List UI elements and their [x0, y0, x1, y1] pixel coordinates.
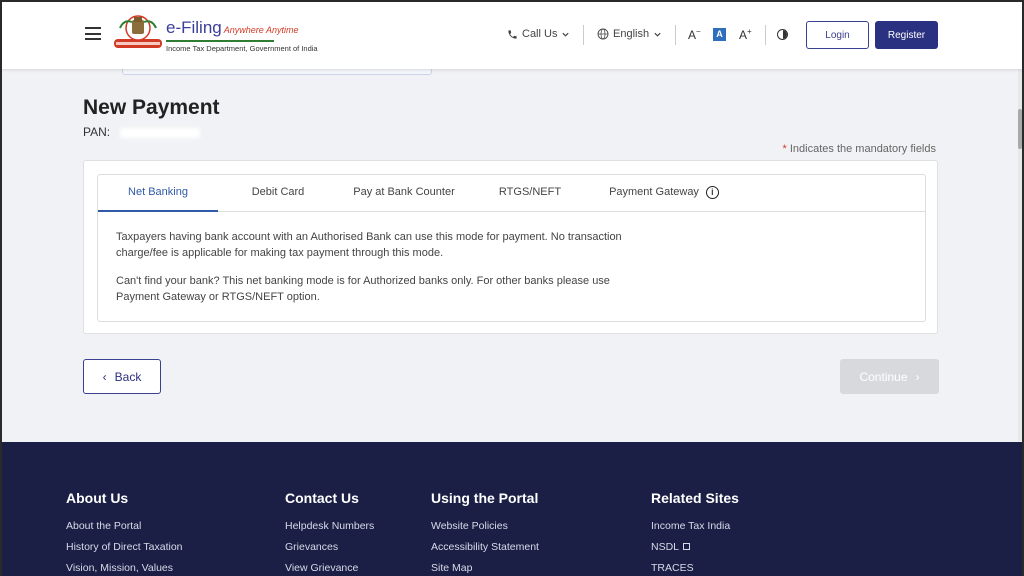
footer-link-nsdl[interactable]: NSDL — [651, 541, 739, 553]
call-us-dropdown[interactable]: Call Us — [507, 28, 570, 40]
page-title: New Payment — [83, 96, 220, 119]
footer-link-vision[interactable]: Vision, Mission, Values — [66, 562, 183, 574]
footer-heading: Contact Us — [285, 490, 359, 506]
payment-mode-card: Net Banking Debit Card Pay at Bank Count… — [83, 160, 938, 334]
scrollbar-thumb[interactable] — [1018, 109, 1022, 149]
footer-link-history[interactable]: History of Direct Taxation — [66, 541, 183, 553]
tab-rtgs-neft[interactable]: RTGS/NEFT — [490, 175, 570, 212]
footer-column-using-portal: Using the Portal Website Policies Access… — [431, 490, 539, 576]
footer-link-traces[interactable]: TRACES — [651, 562, 739, 574]
site-logo[interactable]: e-Filing Anywhere Anytime Income Tax Depa… — [166, 19, 318, 53]
footer-link-about-portal[interactable]: About the Portal — [66, 520, 183, 532]
footer-heading: About Us — [66, 490, 129, 506]
pan-row: PAN: — [83, 125, 201, 139]
font-decrease-button[interactable]: A− — [688, 27, 701, 42]
mandatory-text: Indicates the mandatory fields — [789, 143, 936, 155]
font-normal-button[interactable]: A — [713, 28, 726, 41]
logo-tagline: Anywhere Anytime — [223, 25, 299, 35]
chevron-down-icon — [562, 32, 570, 37]
menu-icon[interactable] — [85, 27, 101, 40]
footer-link-helpdesk[interactable]: Helpdesk Numbers — [285, 520, 374, 532]
footer-link-site-map[interactable]: Site Map — [431, 562, 539, 574]
font-increase-button[interactable]: A+ — [739, 27, 752, 42]
font-decrease-label: A — [688, 28, 697, 42]
logo-title: e-Filing — [166, 18, 222, 37]
globe-icon — [597, 28, 609, 40]
external-link-icon — [683, 543, 691, 550]
logo-divider — [166, 40, 274, 42]
payment-mode-tabs: Net Banking Debit Card Pay at Bank Count… — [97, 174, 926, 322]
footer-link-view-grievance[interactable]: View Grievance — [285, 562, 374, 574]
language-label: English — [613, 28, 650, 40]
footer-link-nsdl-label: NSDL — [651, 541, 680, 553]
continue-button[interactable]: Continue › — [840, 359, 939, 394]
phone-icon — [508, 29, 517, 39]
chevron-left-icon: ‹ — [102, 369, 107, 384]
scrollbar[interactable] — [1018, 69, 1022, 441]
footer-link-income-tax-india[interactable]: Income Tax India — [651, 520, 739, 532]
footer-heading: Using the Portal — [431, 490, 539, 506]
call-us-label: Call Us — [522, 28, 558, 40]
info-icon[interactable]: i — [705, 185, 719, 199]
footer-column-contact-us: Contact Us Helpdesk Numbers Grievances V… — [285, 490, 374, 576]
pan-label: PAN: — [83, 125, 111, 139]
tab-payment-gateway-label: Payment Gateway — [609, 186, 699, 198]
tab-bar: Net Banking Debit Card Pay at Bank Count… — [98, 175, 925, 212]
footer-column-related-sites: Related Sites Income Tax India NSDL TRAC… — [651, 490, 739, 576]
footer-link-grievances[interactable]: Grievances — [285, 541, 374, 553]
footer-heading: Related Sites — [651, 490, 739, 506]
language-dropdown[interactable]: English — [597, 28, 662, 40]
contrast-toggle-icon[interactable] — [777, 29, 788, 40]
footer-link-website-policies[interactable]: Website Policies — [431, 520, 539, 532]
header-divider — [765, 25, 766, 45]
footer-column-about-us: About Us About the Portal History of Dir… — [66, 490, 183, 576]
login-button[interactable]: Login — [806, 21, 869, 49]
font-increase-label: A — [739, 28, 748, 42]
site-header: e-Filing Anywhere Anytime Income Tax Depa… — [2, 2, 1022, 69]
continue-label: Continue — [859, 369, 908, 384]
header-divider — [675, 25, 676, 45]
footer-link-accessibility[interactable]: Accessibility Statement — [431, 541, 539, 553]
header-divider — [583, 25, 584, 45]
tab-net-banking[interactable]: Net Banking — [98, 175, 218, 212]
chevron-down-icon — [654, 32, 661, 37]
net-banking-description: Taxpayers having bank account with an Au… — [116, 231, 622, 259]
chevron-right-icon: › — [915, 369, 920, 384]
tab-content-net-banking: Taxpayers having bank account with an Au… — [116, 229, 646, 317]
emblem-logo-icon — [114, 15, 162, 48]
net-banking-help-text: Can't find your bank? This net banking m… — [116, 275, 610, 303]
register-button[interactable]: Register — [875, 21, 938, 49]
site-footer: About Us About the Portal History of Dir… — [2, 442, 1022, 576]
tab-pay-at-bank-counter[interactable]: Pay at Bank Counter — [346, 175, 462, 212]
tab-debit-card[interactable]: Debit Card — [238, 175, 318, 212]
mandatory-star: * — [782, 143, 787, 155]
back-button[interactable]: ‹ Back — [83, 359, 161, 394]
back-label: Back — [114, 369, 142, 384]
tab-payment-gateway[interactable]: Payment Gateway i — [598, 175, 730, 212]
mandatory-note: * Indicates the mandatory fields — [783, 143, 936, 155]
logo-subtitle: Income Tax Department, Government of Ind… — [166, 44, 318, 53]
pan-value-redacted — [120, 127, 201, 138]
